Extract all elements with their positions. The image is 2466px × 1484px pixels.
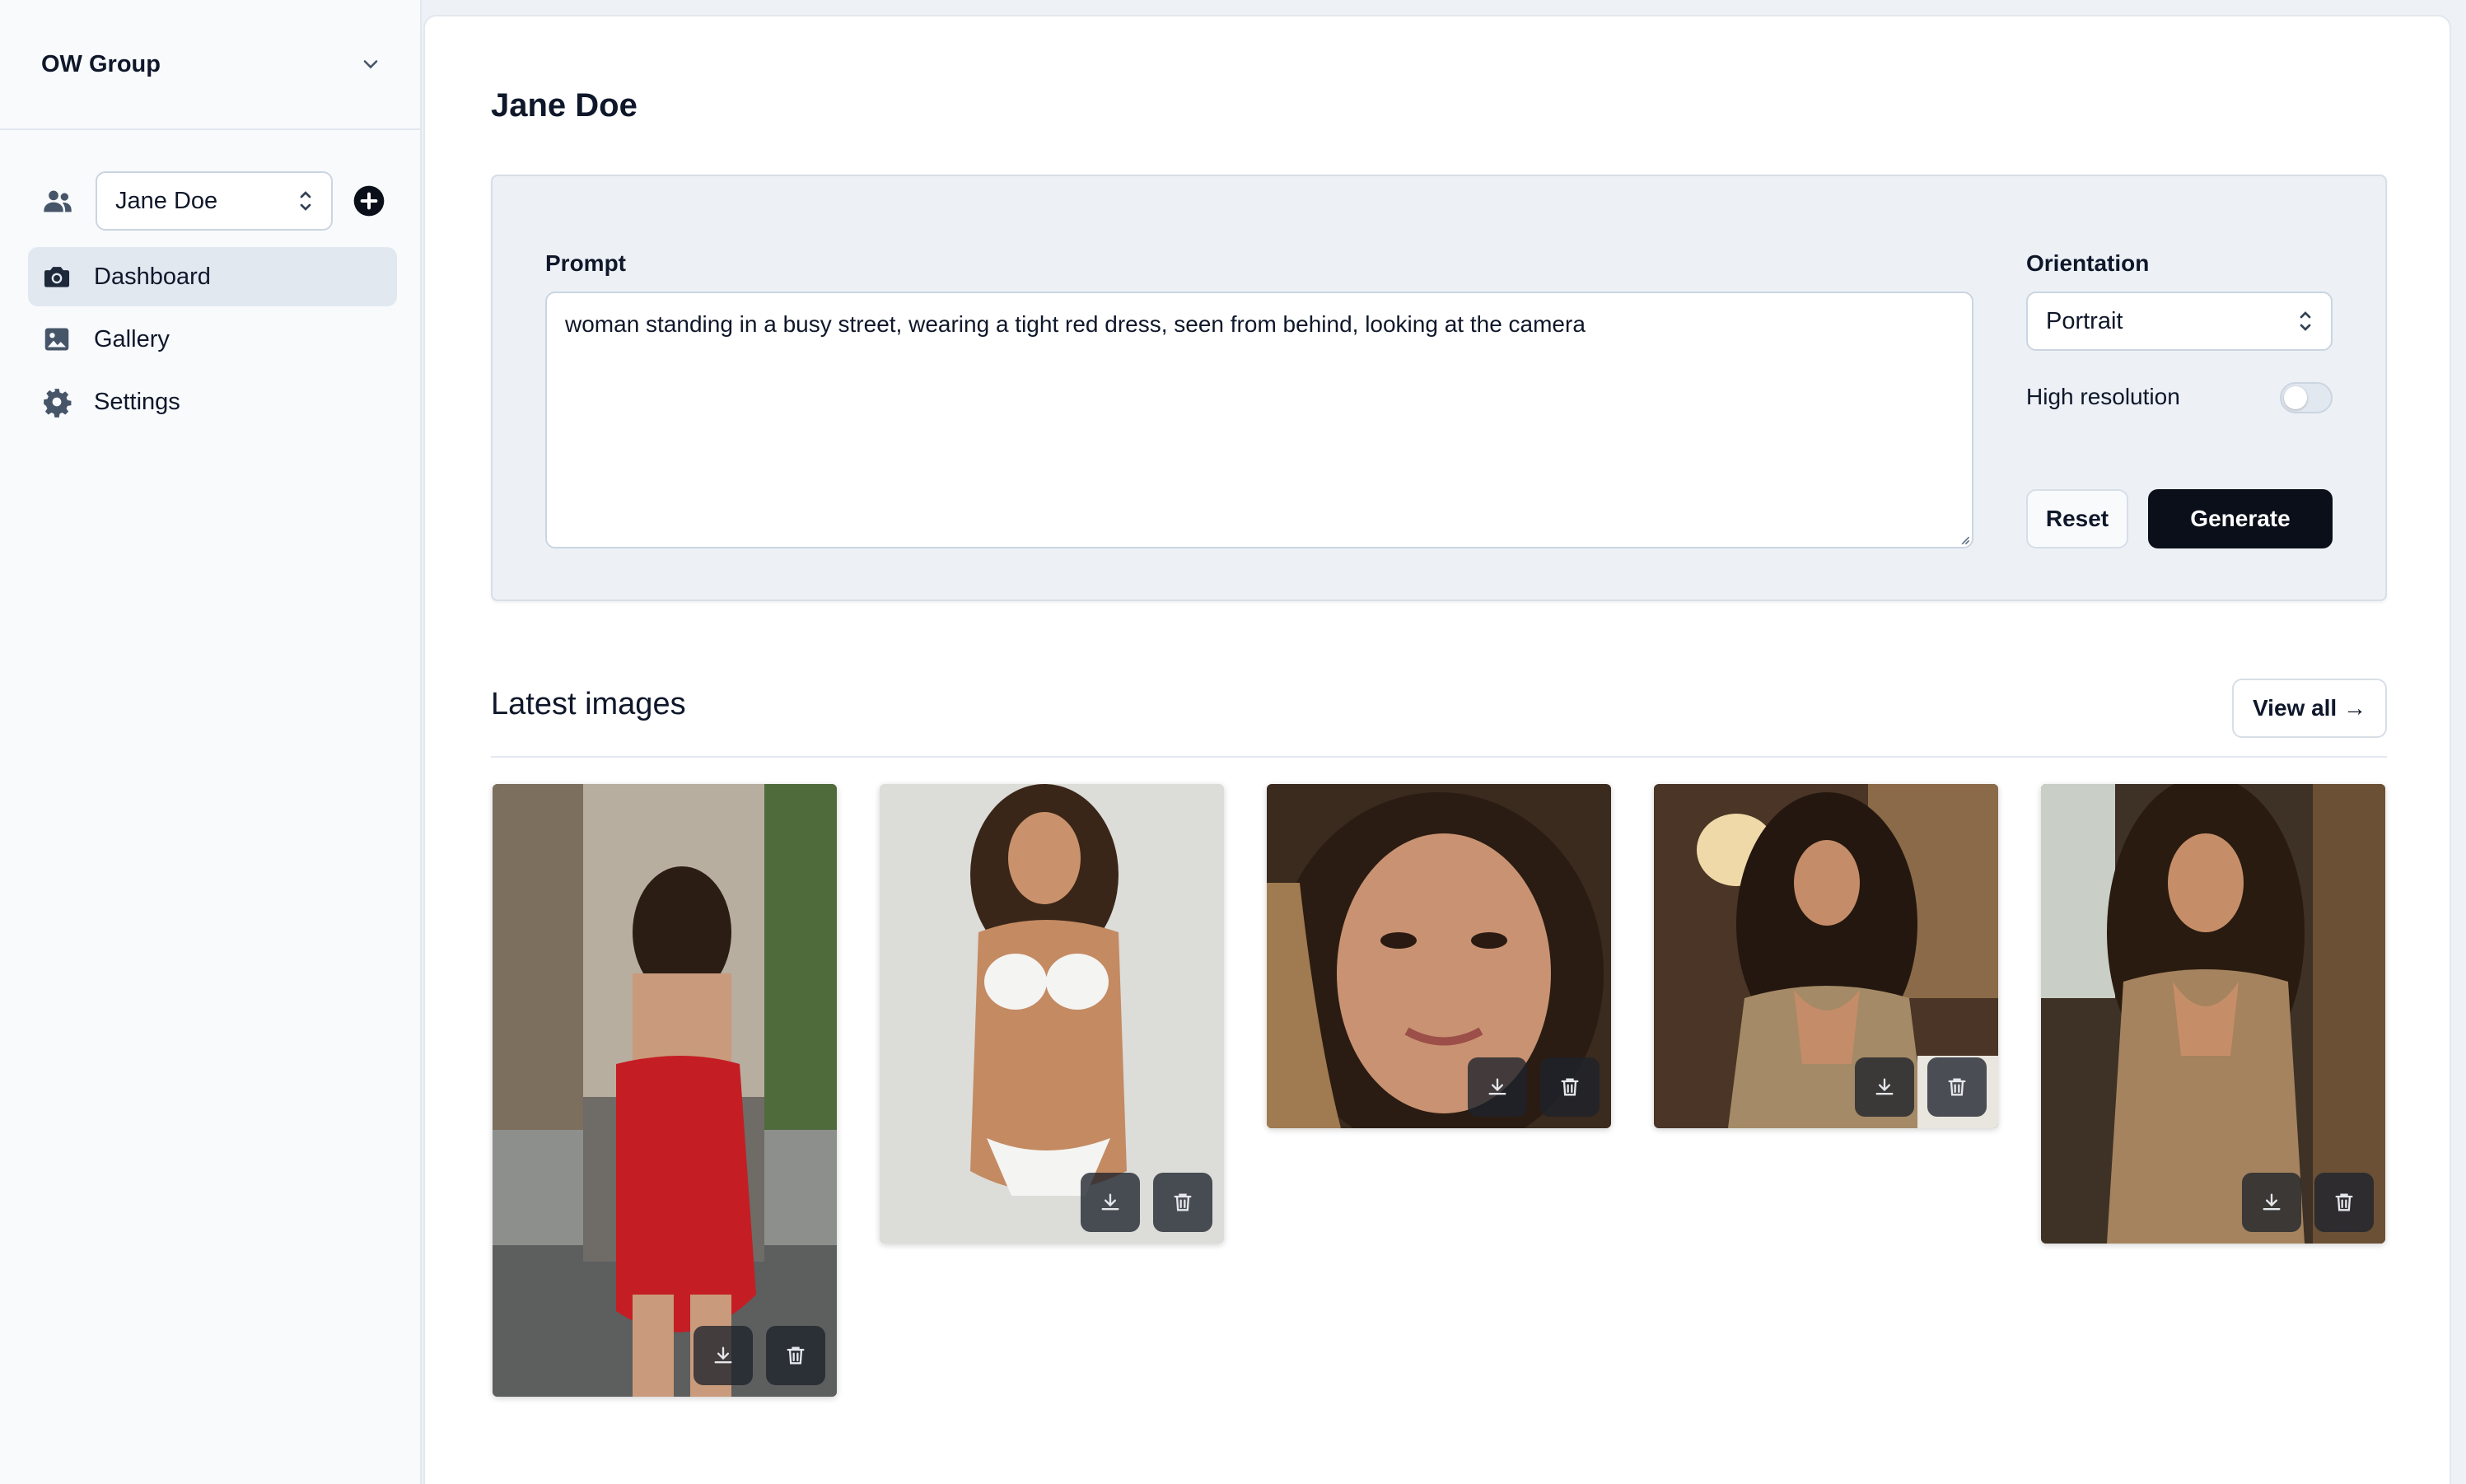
image-card[interactable] bbox=[1654, 784, 1998, 1128]
trash-icon bbox=[2335, 1193, 2353, 1211]
sidebar-item-label: Settings bbox=[94, 388, 180, 415]
trash-icon bbox=[1948, 1078, 1966, 1096]
resize-grip-icon[interactable] bbox=[1959, 534, 1970, 545]
delete-button[interactable] bbox=[2314, 1173, 2374, 1232]
persona-select-value: Jane Doe bbox=[115, 187, 218, 214]
generate-button[interactable]: Generate bbox=[2148, 489, 2333, 548]
sidebar-item-dashboard[interactable]: Dashboard bbox=[28, 247, 397, 306]
add-persona-icon[interactable] bbox=[353, 184, 385, 217]
sidebar-item-settings[interactable]: Settings bbox=[28, 372, 397, 432]
image-actions bbox=[1855, 1057, 1987, 1117]
image-card[interactable] bbox=[2041, 784, 2385, 1244]
reset-button[interactable]: Reset bbox=[2026, 489, 2128, 548]
download-icon bbox=[1101, 1193, 1119, 1211]
orientation-select[interactable]: Portrait bbox=[2026, 292, 2333, 351]
download-button[interactable] bbox=[2242, 1173, 2301, 1232]
image-actions bbox=[1081, 1173, 1212, 1232]
latest-images-title: Latest images bbox=[491, 687, 686, 721]
sidebar-item-gallery[interactable]: Gallery bbox=[28, 310, 397, 369]
download-icon bbox=[1488, 1078, 1506, 1095]
generated-image bbox=[493, 784, 837, 1397]
image-card[interactable] bbox=[1267, 784, 1611, 1128]
image-card[interactable] bbox=[880, 784, 1224, 1244]
trash-icon bbox=[787, 1346, 805, 1365]
high-resolution-toggle[interactable] bbox=[2280, 382, 2333, 413]
main-panel: Jane Doe Prompt Orientation Portrait Hig… bbox=[423, 15, 2451, 1484]
high-resolution-label: High resolution bbox=[2026, 384, 2180, 409]
trash-icon bbox=[1561, 1078, 1579, 1096]
download-icon bbox=[1875, 1078, 1894, 1095]
toggle-knob bbox=[2284, 386, 2307, 409]
delete-button[interactable] bbox=[1927, 1057, 1987, 1117]
image-actions bbox=[2242, 1173, 2374, 1232]
sidebar-item-label: Gallery bbox=[94, 325, 170, 352]
persona-row: Jane Doe bbox=[41, 171, 385, 231]
image-card[interactable] bbox=[493, 784, 837, 1397]
sidebar-nav: Dashboard Gallery Settings bbox=[28, 247, 397, 435]
sidebar: OW Group Jane Doe Dashboard Gallery Sett… bbox=[0, 0, 422, 1484]
view-all-button[interactable]: View all → bbox=[2232, 679, 2387, 738]
download-icon bbox=[2263, 1193, 2281, 1211]
delete-button[interactable] bbox=[1540, 1057, 1600, 1117]
camera-icon bbox=[44, 267, 70, 287]
sidebar-item-label: Dashboard bbox=[94, 263, 211, 290]
users-icon bbox=[44, 190, 72, 212]
chevron-up-down-icon bbox=[2300, 311, 2311, 331]
chevron-up-down-icon bbox=[300, 191, 311, 211]
orientation-label: Orientation bbox=[2026, 250, 2150, 276]
image-actions bbox=[1468, 1057, 1600, 1117]
persona-select[interactable]: Jane Doe bbox=[96, 171, 333, 231]
trash-icon bbox=[1174, 1193, 1192, 1211]
download-button[interactable] bbox=[1081, 1173, 1140, 1232]
org-switcher[interactable]: OW Group bbox=[0, 0, 420, 130]
download-icon bbox=[714, 1346, 732, 1364]
orientation-select-value: Portrait bbox=[2046, 307, 2123, 334]
prompt-input[interactable] bbox=[545, 292, 1973, 548]
download-button[interactable] bbox=[1855, 1057, 1914, 1117]
prompt-label: Prompt bbox=[545, 250, 626, 276]
divider bbox=[491, 756, 2387, 758]
download-button[interactable] bbox=[1468, 1057, 1527, 1117]
page-title: Jane Doe bbox=[491, 87, 638, 124]
chevron-down-icon bbox=[363, 60, 378, 69]
delete-button[interactable] bbox=[1153, 1173, 1212, 1232]
gear-icon bbox=[44, 389, 72, 418]
org-name: OW Group bbox=[41, 50, 161, 77]
download-button[interactable] bbox=[694, 1326, 753, 1385]
generator-panel: Prompt Orientation Portrait High resolut… bbox=[491, 175, 2387, 601]
image-icon bbox=[44, 328, 69, 351]
image-actions bbox=[694, 1326, 825, 1385]
delete-button[interactable] bbox=[766, 1326, 825, 1385]
